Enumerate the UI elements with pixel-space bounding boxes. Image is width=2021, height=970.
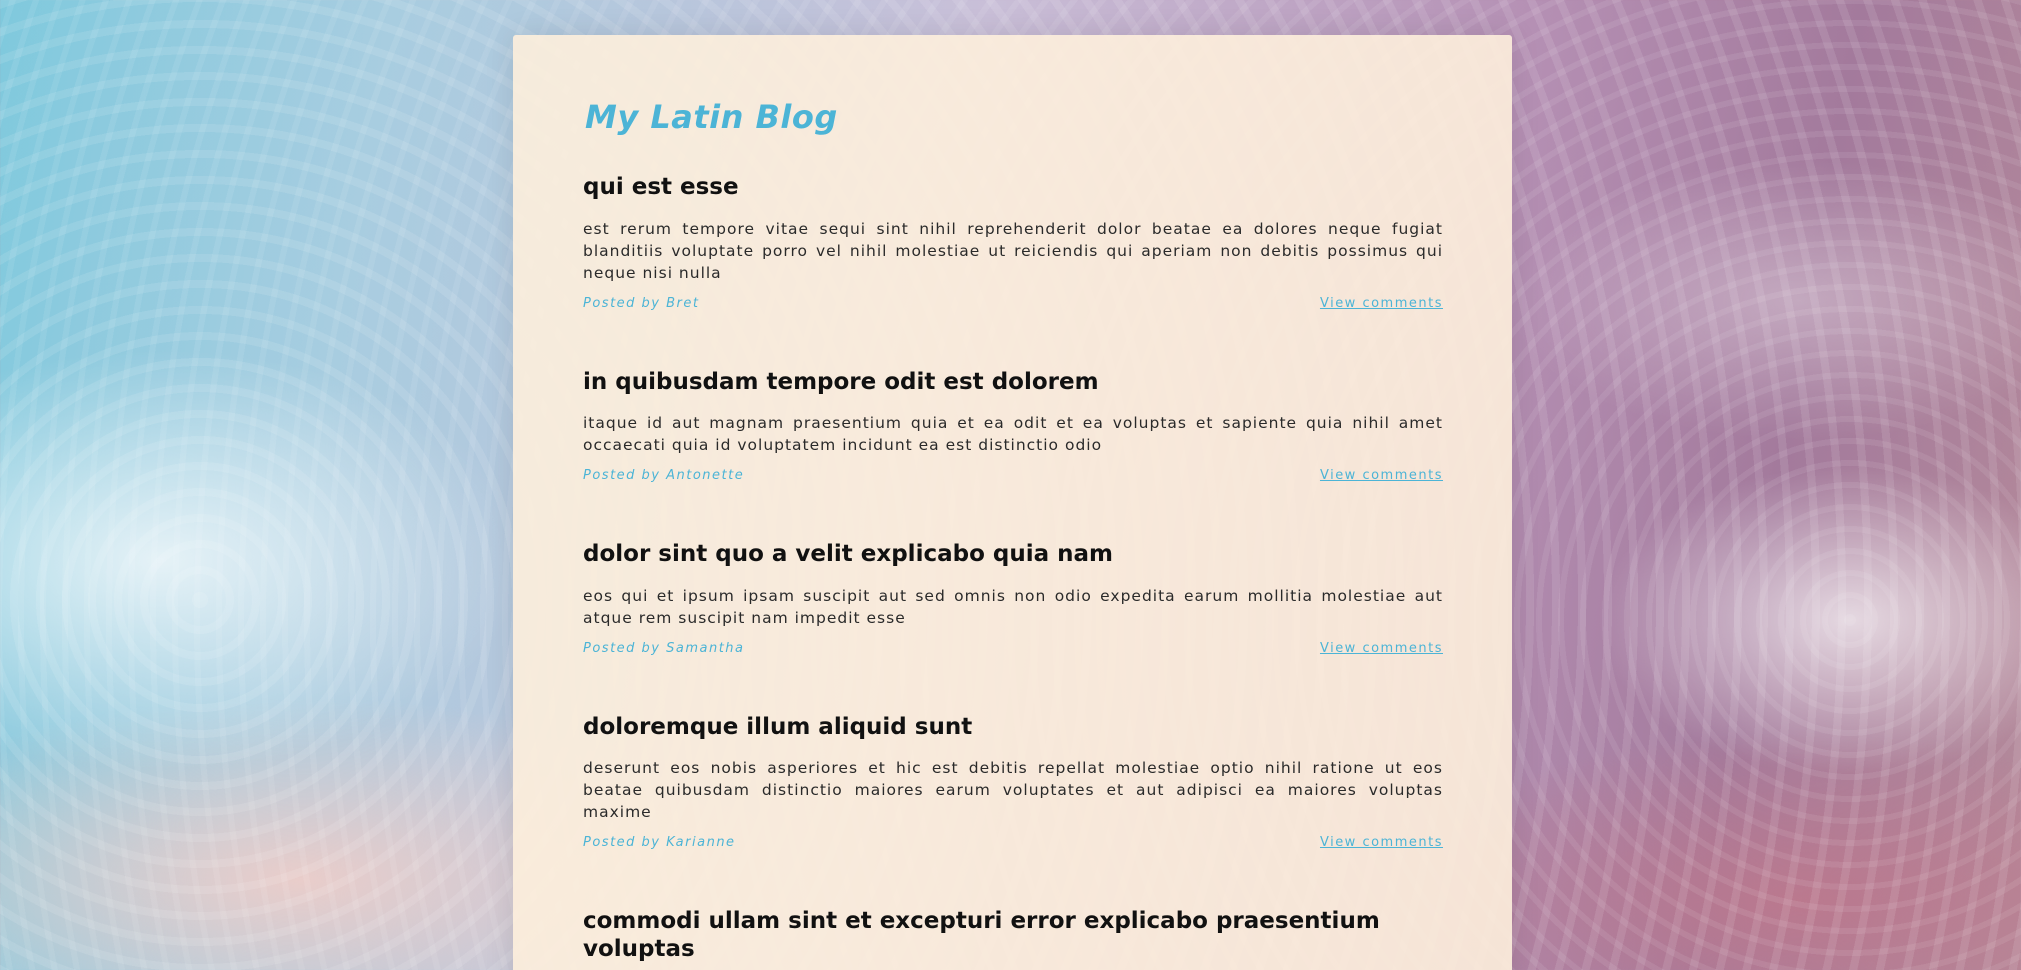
post: commodi ullam sint et excepturi error ex…	[583, 908, 1443, 963]
post: dolor sint quo a velit explicabo quia na…	[583, 541, 1443, 656]
post-body: itaque id aut magnam praesentium quia et…	[583, 414, 1443, 455]
post-meta: Posted by Bret View comments	[583, 296, 1443, 311]
post: in quibusdam tempore odit est dolorem it…	[583, 369, 1443, 484]
post-meta: Posted by Samantha View comments	[583, 641, 1443, 656]
post-author: Posted by Bret	[583, 295, 700, 311]
post-meta: Posted by Antonette View comments	[583, 468, 1443, 483]
blog-title: My Latin Blog	[585, 98, 838, 136]
view-comments-link[interactable]: View comments	[1320, 296, 1443, 311]
post-author: Posted by Antonette	[583, 468, 745, 484]
post-author: Posted by Karianne	[583, 835, 736, 851]
post-meta: Posted by Karianne View comments	[583, 835, 1443, 850]
blog-card: My Latin Blog qui est esse est rerum tem…	[513, 35, 1512, 970]
post: qui est esse est rerum tempore vitae seq…	[583, 174, 1443, 311]
post-body: est rerum tempore vitae sequi sint nihil…	[583, 219, 1443, 282]
post-title: qui est esse	[583, 174, 739, 200]
blog-content: My Latin Blog qui est esse est rerum tem…	[583, 101, 1443, 964]
post-title: commodi ullam sint et excepturi error ex…	[583, 908, 1380, 962]
post-title: doloremque illum aliquid sunt	[583, 713, 973, 740]
view-comments-link[interactable]: View comments	[1320, 468, 1443, 483]
post-title: dolor sint quo a velit explicabo quia na…	[583, 541, 1113, 568]
post-body: eos qui et ipsum ipsam suscipit aut sed …	[583, 586, 1443, 627]
post-author: Posted by Samantha	[583, 640, 745, 656]
post: doloremque illum aliquid sunt deserunt e…	[583, 714, 1443, 851]
view-comments-link[interactable]: View comments	[1320, 641, 1443, 656]
view-comments-link[interactable]: View comments	[1320, 835, 1443, 850]
post-title: in quibusdam tempore odit est dolorem	[583, 368, 1099, 395]
post-body: deserunt eos nobis asperiores et hic est…	[583, 759, 1443, 822]
